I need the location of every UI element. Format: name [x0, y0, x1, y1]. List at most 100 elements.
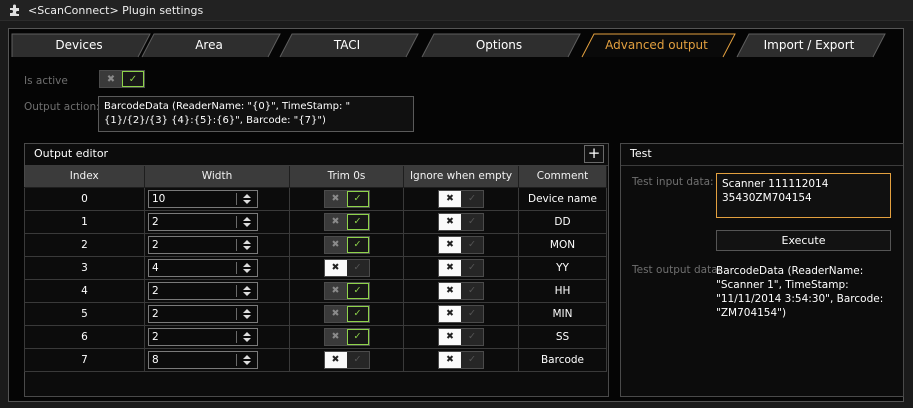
tab-advanced-output[interactable]: Advanced output	[586, 33, 727, 59]
toggle-on-icon: ✓	[346, 259, 369, 276]
ignore-empty-cell: ✖ ✓	[403, 278, 519, 303]
comment-cell[interactable]: Device name	[518, 186, 607, 211]
trim-zeros-toggle[interactable]: ✖ ✓	[323, 235, 370, 254]
ignore-empty-toggle[interactable]: ✖ ✓	[438, 281, 484, 300]
width-stepper[interactable]: 2	[148, 304, 258, 323]
ignore-empty-toggle[interactable]: ✖ ✓	[438, 350, 484, 369]
ignore-empty-toggle[interactable]: ✖ ✓	[438, 189, 484, 208]
comment-cell[interactable]: YY	[518, 255, 607, 280]
tab-devices[interactable]: Devices	[16, 33, 142, 59]
test-input-field[interactable]: Scanner 111112014 35430ZM704154	[716, 173, 891, 218]
width-cell: 4	[144, 255, 290, 280]
index-cell: 7	[24, 347, 145, 372]
comment-cell[interactable]: HH	[518, 278, 607, 303]
ignore-empty-toggle[interactable]: ✖ ✓	[438, 304, 484, 323]
toggle-on-icon: ✓	[461, 305, 483, 322]
ignore-empty-toggle[interactable]: ✖ ✓	[438, 327, 484, 346]
comment-cell[interactable]: SS	[518, 324, 607, 349]
trim-zeros-toggle[interactable]: ✖ ✓	[323, 281, 370, 300]
width-cell: 2	[144, 209, 290, 234]
window-title: <ScanConnect> Plugin settings	[28, 3, 204, 17]
width-stepper[interactable]: 10	[148, 189, 258, 208]
width-stepper[interactable]: 2	[148, 235, 258, 254]
comment-cell[interactable]: Barcode	[518, 347, 607, 372]
width-stepper[interactable]: 2	[148, 327, 258, 346]
execute-button[interactable]: Execute	[716, 230, 891, 251]
column-header-comment: Comment	[518, 166, 607, 188]
ignore-empty-cell: ✖ ✓	[403, 209, 519, 234]
is-active-toggle[interactable]: ✖ ✓	[99, 70, 145, 88]
is-active-label: Is active	[24, 75, 68, 87]
toggle-off-icon: ✖	[324, 328, 347, 345]
trim-zeros-toggle[interactable]: ✖ ✓	[323, 327, 370, 346]
toggle-off-icon: ✖	[100, 71, 122, 87]
output-action-label: Output action:	[24, 101, 100, 113]
width-value: 4	[152, 261, 159, 274]
tab-taci[interactable]: TACI	[284, 33, 410, 59]
toggle-off-icon: ✖	[439, 328, 461, 345]
index-cell: 4	[24, 278, 145, 303]
toggle-on-icon: ✓	[461, 259, 483, 276]
ignore-empty-cell: ✖ ✓	[403, 232, 519, 257]
toggle-on-icon: ✓	[346, 236, 369, 253]
spin-arrows-icon[interactable]	[243, 193, 251, 204]
spin-arrows-icon[interactable]	[243, 285, 251, 296]
toggle-off-icon: ✖	[324, 282, 347, 299]
test-panel-title: Test	[621, 144, 903, 166]
ignore-empty-toggle[interactable]: ✖ ✓	[438, 235, 484, 254]
table-row: 5 2 ✖ ✓ ✖ ✓ MIN	[24, 301, 607, 326]
index-cell: 6	[24, 324, 145, 349]
toggle-on-icon: ✓	[346, 213, 369, 230]
title-bar: <ScanConnect> Plugin settings	[0, 0, 913, 21]
puzzle-piece-icon	[10, 4, 19, 16]
trim-cell: ✖ ✓	[289, 186, 404, 211]
toggle-on-icon: ✓	[346, 328, 369, 345]
comment-cell[interactable]: MON	[518, 232, 607, 257]
trim-zeros-toggle[interactable]: ✖ ✓	[323, 350, 370, 369]
toggle-off-icon: ✖	[439, 282, 461, 299]
trim-zeros-toggle[interactable]: ✖ ✓	[323, 189, 370, 208]
table-row: 1 2 ✖ ✓ ✖ ✓ DD	[24, 209, 607, 234]
spin-arrows-icon[interactable]	[243, 239, 251, 250]
spin-arrows-icon[interactable]	[243, 308, 251, 319]
toggle-on-icon: ✓	[346, 305, 369, 322]
table-row: 2 2 ✖ ✓ ✖ ✓ MON	[24, 232, 607, 257]
trim-cell: ✖ ✓	[289, 255, 404, 280]
width-value: 2	[152, 330, 159, 343]
trim-cell: ✖ ✓	[289, 278, 404, 303]
column-header-ignore-empty: Ignore when empty	[403, 166, 519, 188]
spin-arrows-icon[interactable]	[243, 262, 251, 273]
spin-arrows-icon[interactable]	[243, 331, 251, 342]
index-cell: 2	[24, 232, 145, 257]
tab-area[interactable]: Area	[146, 33, 272, 59]
trim-zeros-toggle[interactable]: ✖ ✓	[323, 258, 370, 277]
comment-cell[interactable]: DD	[518, 209, 607, 234]
tab-import-export[interactable]: Import / Export	[741, 33, 877, 59]
toggle-on-icon: ✓	[461, 328, 483, 345]
output-editor-table: Index Width Trim 0s Ignore when empty Co…	[24, 166, 607, 372]
toggle-on-icon: ✓	[461, 351, 483, 368]
spin-arrows-icon[interactable]	[243, 354, 251, 365]
ignore-empty-toggle[interactable]: ✖ ✓	[438, 212, 484, 231]
width-value: 8	[152, 353, 159, 366]
ignore-empty-cell: ✖ ✓	[403, 301, 519, 326]
width-stepper[interactable]: 2	[148, 281, 258, 300]
toggle-on-icon: ✓	[122, 71, 144, 87]
comment-cell[interactable]: MIN	[518, 301, 607, 326]
index-cell: 3	[24, 255, 145, 280]
tab-options[interactable]: Options	[426, 33, 572, 59]
output-action-field[interactable]: BarcodeData (ReaderName: "{0}", TimeStam…	[98, 96, 414, 132]
toggle-off-icon: ✖	[439, 305, 461, 322]
trim-zeros-toggle[interactable]: ✖ ✓	[323, 212, 370, 231]
toggle-off-icon: ✖	[324, 236, 347, 253]
ignore-empty-cell: ✖ ✓	[403, 347, 519, 372]
trim-cell: ✖ ✓	[289, 232, 404, 257]
add-row-button[interactable]: +	[584, 145, 604, 163]
spin-arrows-icon[interactable]	[243, 216, 251, 227]
trim-zeros-toggle[interactable]: ✖ ✓	[323, 304, 370, 323]
width-stepper[interactable]: 4	[148, 258, 258, 277]
ignore-empty-toggle[interactable]: ✖ ✓	[438, 258, 484, 277]
width-stepper[interactable]: 8	[148, 350, 258, 369]
width-stepper[interactable]: 2	[148, 212, 258, 231]
width-cell: 10	[144, 186, 290, 211]
